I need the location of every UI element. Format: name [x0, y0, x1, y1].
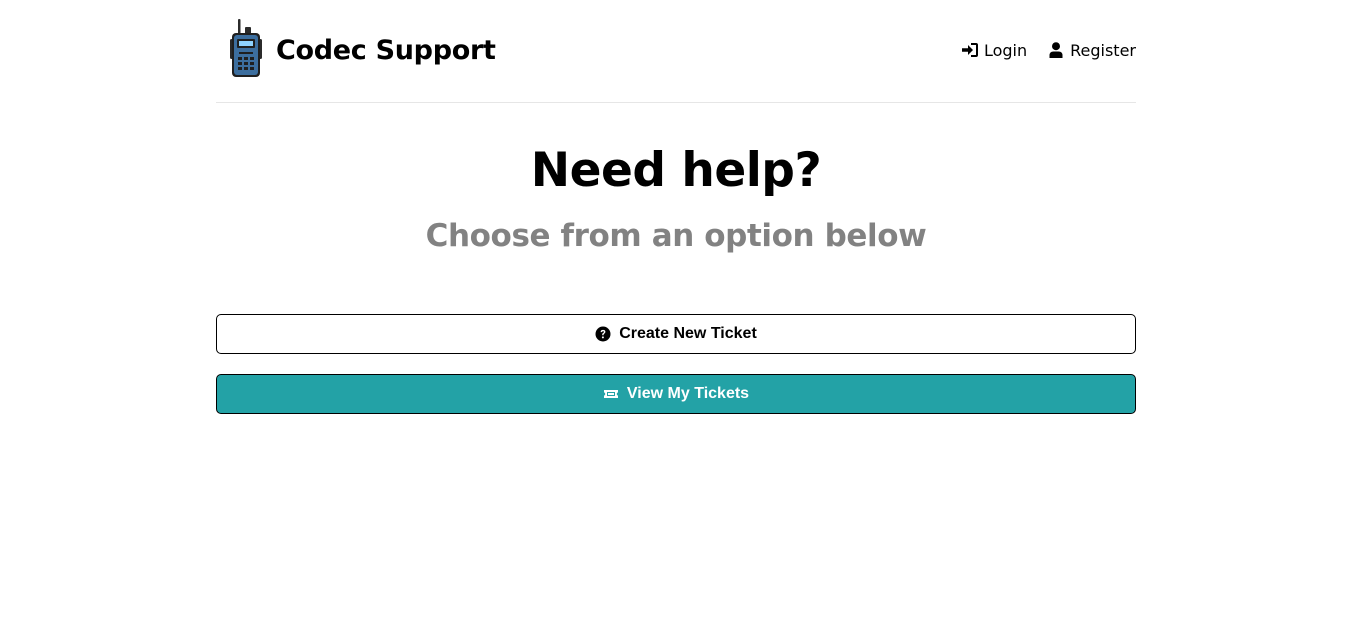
create-ticket-label: Create New Ticket — [619, 325, 757, 342]
hero-heading: Need help? Choose from an option below — [216, 103, 1136, 256]
user-icon — [1049, 42, 1063, 58]
nav-register-label: Register — [1070, 40, 1136, 60]
question-circle-icon — [595, 326, 611, 342]
page-subtitle: Choose from an option below — [425, 218, 927, 254]
logo-text: Codec Support — [276, 34, 496, 66]
top-nav: Login Register — [961, 40, 1136, 60]
page-container: Codec Support Login Register Need help? … — [216, 0, 1136, 414]
sign-in-icon — [961, 43, 978, 57]
nav-login-link[interactable]: Login — [961, 40, 1028, 60]
walkie-talkie-icon — [230, 19, 262, 77]
view-tickets-button[interactable]: View My Tickets — [216, 374, 1136, 414]
create-ticket-button[interactable]: Create New Ticket — [216, 314, 1136, 354]
nav-register-link[interactable]: Register — [1048, 41, 1136, 60]
logo-link[interactable]: Codec Support — [216, 19, 496, 77]
nav-login-label: Login — [983, 40, 1028, 60]
page-title: Need help? — [530, 143, 822, 198]
view-tickets-label: View My Tickets — [626, 385, 750, 402]
header: Codec Support Login Register — [216, 0, 1136, 103]
ticket-icon — [603, 390, 618, 398]
